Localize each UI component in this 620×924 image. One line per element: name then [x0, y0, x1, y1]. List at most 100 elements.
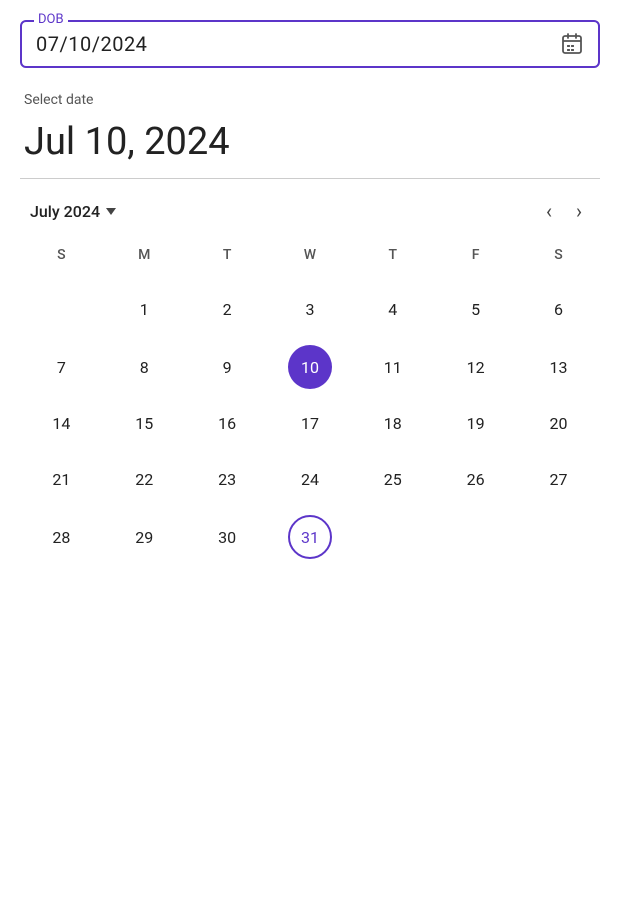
day-number[interactable]: 31 [288, 515, 332, 559]
calendar-week-row: 28 29 30 31 [20, 507, 600, 567]
dob-label: DOB [34, 12, 68, 27]
calendar-week-row: 123456 [20, 279, 600, 339]
calendar-day-cell[interactable]: 28 [20, 507, 103, 567]
day-number[interactable]: 10 [288, 345, 332, 389]
weekday-header: S [20, 247, 103, 279]
day-number[interactable]: 7 [39, 345, 83, 389]
calendar-day-cell[interactable]: 6 [517, 279, 600, 339]
calendar-day-cell[interactable]: 11 [351, 339, 434, 395]
calendar-week-row: 14 15 16 17 18 19 20 [20, 395, 600, 451]
calendar-day-cell[interactable]: 22 [103, 451, 186, 507]
day-number[interactable]: 27 [537, 457, 581, 501]
day-empty [454, 513, 498, 557]
calendar-day-cell[interactable]: 13 [517, 339, 600, 395]
calendar-day-cell[interactable]: 3 [269, 279, 352, 339]
day-empty [537, 513, 581, 557]
day-number[interactable]: 2 [205, 287, 249, 331]
day-number[interactable]: 18 [371, 401, 415, 445]
day-number[interactable]: 4 [371, 287, 415, 331]
day-number[interactable]: 3 [288, 287, 332, 331]
calendar-day-cell [351, 507, 434, 567]
select-date-label: Select date [20, 92, 600, 108]
calendar-day-cell[interactable]: 12 [434, 339, 517, 395]
calendar-header: July 2024 ‹ › [20, 195, 600, 227]
calendar-icon [560, 32, 584, 56]
calendar-day-cell[interactable]: 1 [103, 279, 186, 339]
day-number[interactable]: 19 [454, 401, 498, 445]
weekday-header: F [434, 247, 517, 279]
calendar-day-cell[interactable]: 23 [186, 451, 269, 507]
day-number[interactable]: 15 [122, 401, 166, 445]
dob-value: 07/10/2024 [36, 32, 147, 56]
calendar-day-cell[interactable]: 5 [434, 279, 517, 339]
calendar-icon-button[interactable] [560, 32, 584, 56]
calendar-day-cell[interactable]: 25 [351, 451, 434, 507]
next-month-button[interactable]: › [568, 195, 590, 227]
calendar-body: 1234567891011121314151617181920212223242… [20, 279, 600, 567]
nav-arrows: ‹ › [538, 195, 590, 227]
chevron-down-icon [106, 208, 116, 215]
calendar-day-cell[interactable]: 4 [351, 279, 434, 339]
day-number[interactable]: 12 [454, 345, 498, 389]
weekday-header: W [269, 247, 352, 279]
weekday-header: M [103, 247, 186, 279]
calendar-day-cell [517, 507, 600, 567]
calendar-day-cell[interactable]: 16 [186, 395, 269, 451]
calendar-day-cell[interactable]: 26 [434, 451, 517, 507]
calendar-week-row: 21 22 23 24 25 26 27 [20, 451, 600, 507]
calendar-day-cell[interactable]: 15 [103, 395, 186, 451]
day-number[interactable]: 5 [454, 287, 498, 331]
day-number[interactable]: 9 [205, 345, 249, 389]
calendar-day-cell[interactable]: 24 [269, 451, 352, 507]
day-number[interactable]: 8 [122, 345, 166, 389]
day-number[interactable]: 23 [205, 457, 249, 501]
weekday-header: T [186, 247, 269, 279]
calendar-day-cell[interactable]: 29 [103, 507, 186, 567]
day-number[interactable]: 17 [288, 401, 332, 445]
calendar-day-cell[interactable]: 21 [20, 451, 103, 507]
calendar-day-cell[interactable]: 19 [434, 395, 517, 451]
calendar-day-cell[interactable]: 8 [103, 339, 186, 395]
calendar-day-cell[interactable]: 18 [351, 395, 434, 451]
calendar-day-cell [434, 507, 517, 567]
day-number[interactable]: 14 [39, 401, 83, 445]
calendar-day-cell[interactable]: 14 [20, 395, 103, 451]
day-number[interactable]: 26 [454, 457, 498, 501]
weekdays-row: SMTWTFS [20, 247, 600, 279]
calendar-day-cell [20, 279, 103, 339]
day-number[interactable]: 25 [371, 457, 415, 501]
calendar-grid: SMTWTFS 12345678910111213141516171819202… [20, 247, 600, 567]
day-number[interactable]: 13 [537, 345, 581, 389]
calendar-day-cell[interactable]: 27 [517, 451, 600, 507]
day-number[interactable]: 11 [371, 345, 415, 389]
weekday-header: T [351, 247, 434, 279]
calendar-day-cell[interactable]: 7 [20, 339, 103, 395]
day-empty [371, 513, 415, 557]
day-number[interactable]: 1 [122, 287, 166, 331]
calendar-day-cell[interactable]: 10 [269, 339, 352, 395]
calendar-day-cell[interactable]: 2 [186, 279, 269, 339]
day-number[interactable]: 20 [537, 401, 581, 445]
selected-date-display: Jul 10, 2024 [20, 120, 600, 164]
calendar-day-cell[interactable]: 30 [186, 507, 269, 567]
day-number[interactable]: 29 [122, 515, 166, 559]
calendar-day-cell[interactable]: 9 [186, 339, 269, 395]
prev-month-button[interactable]: ‹ [538, 195, 560, 227]
calendar-day-cell[interactable]: 17 [269, 395, 352, 451]
month-year-label: July 2024 [30, 202, 100, 221]
day-number[interactable]: 21 [39, 457, 83, 501]
month-year-dropdown-button[interactable]: July 2024 [30, 202, 116, 221]
day-number[interactable]: 30 [205, 515, 249, 559]
calendar-day-cell[interactable]: 20 [517, 395, 600, 451]
day-number[interactable]: 16 [205, 401, 249, 445]
day-number[interactable]: 6 [537, 287, 581, 331]
day-number[interactable]: 24 [288, 457, 332, 501]
divider [20, 178, 600, 179]
calendar-week-row: 789 10 11 12 13 [20, 339, 600, 395]
dob-field: DOB 07/10/2024 [20, 20, 600, 68]
weekday-header: S [517, 247, 600, 279]
day-number[interactable]: 22 [122, 457, 166, 501]
day-empty [39, 285, 83, 329]
day-number[interactable]: 28 [39, 515, 83, 559]
calendar-day-cell[interactable]: 31 [269, 507, 352, 567]
